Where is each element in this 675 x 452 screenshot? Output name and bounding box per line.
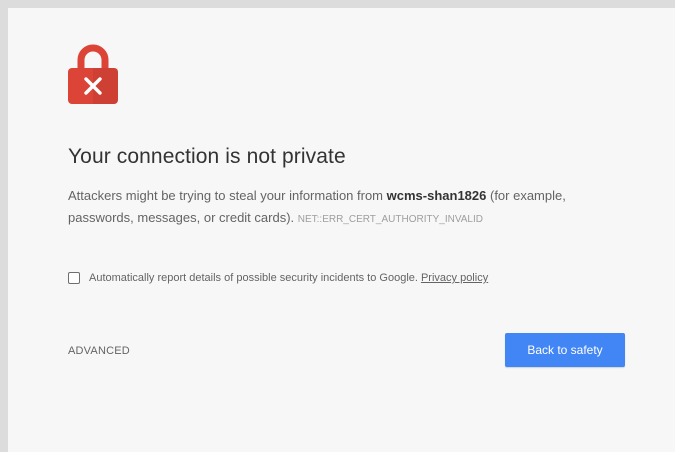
- report-row: Automatically report details of possible…: [68, 272, 488, 284]
- report-label[interactable]: Automatically report details of possible…: [89, 272, 418, 284]
- privacy-policy-link[interactable]: Privacy policy: [421, 272, 488, 284]
- message-text-before: Attackers might be trying to steal your …: [68, 188, 387, 203]
- error-code: NET::ERR_CERT_AUTHORITY_INVALID: [297, 214, 483, 225]
- lock-error-icon: [68, 42, 118, 104]
- error-message: Attackers might be trying to steal your …: [68, 185, 628, 231]
- page-title: Your connection is not private: [68, 145, 346, 168]
- report-checkbox[interactable]: [68, 272, 80, 284]
- back-to-safety-button[interactable]: Back to safety: [505, 333, 625, 367]
- interstitial-page: Your connection is not private Attackers…: [8, 8, 675, 452]
- advanced-button[interactable]: ADVANCED: [68, 345, 130, 357]
- hostname: wcms-shan1826: [386, 188, 487, 203]
